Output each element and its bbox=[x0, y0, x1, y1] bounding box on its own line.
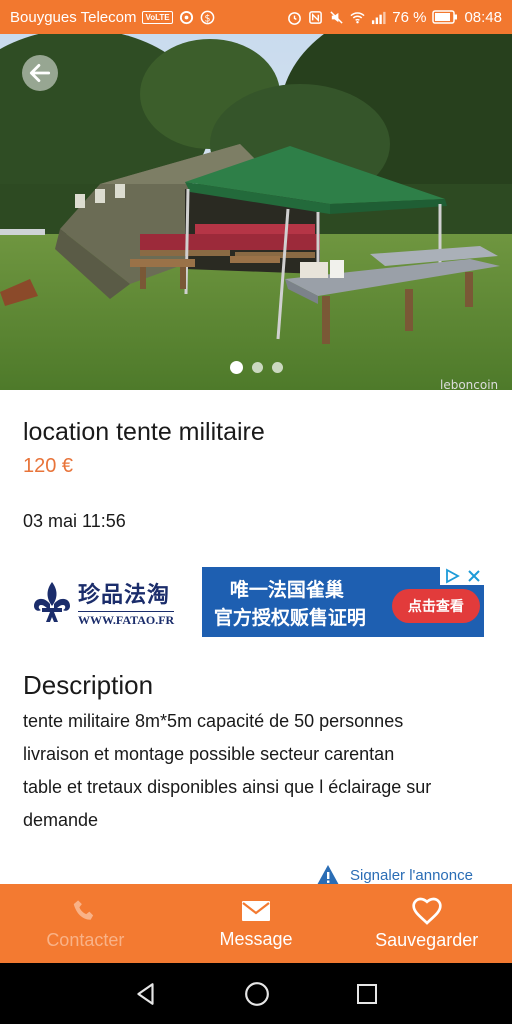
nav-home-icon[interactable] bbox=[244, 981, 270, 1007]
battery-icon bbox=[432, 10, 458, 24]
listing-screen: Bouygues Telecom VoLTE $ 76 % 08:48 lebo… bbox=[0, 0, 512, 1024]
save-button[interactable]: Sauvegarder bbox=[341, 884, 512, 963]
warning-icon bbox=[317, 865, 339, 885]
report-link[interactable]: Signaler l'annonce bbox=[316, 864, 473, 886]
gallery-dot-1[interactable] bbox=[229, 361, 243, 374]
tent-photo-illustration: leboncoin bbox=[0, 34, 512, 390]
description-line: demande bbox=[23, 810, 99, 830]
svg-text:leboncoin: leboncoin bbox=[440, 378, 498, 390]
phone-icon bbox=[74, 900, 94, 920]
description-line: livraison et montage possible secteur ca… bbox=[23, 744, 395, 764]
status-bar: Bouygues Telecom VoLTE $ 76 % 08:48 bbox=[0, 0, 512, 34]
contact-button-label: Contacter bbox=[46, 930, 125, 950]
nav-back-icon[interactable] bbox=[133, 981, 159, 1007]
ad-creative[interactable]: 唯一法国雀巢 官方授权贩售证明 点击查看 bbox=[201, 567, 484, 637]
report-link-label[interactable]: Signaler l'annonce bbox=[350, 867, 473, 884]
svg-text:$: $ bbox=[204, 13, 210, 24]
message-button[interactable]: Message bbox=[171, 884, 342, 963]
carrier-name: Bouygues Telecom bbox=[10, 8, 137, 26]
listing-title: location tente militaire bbox=[23, 418, 265, 446]
save-button-label: Sauvegarder bbox=[375, 930, 479, 950]
gallery-dot-2[interactable] bbox=[251, 362, 263, 373]
adchoices-icon[interactable] bbox=[444, 568, 460, 584]
heart-icon bbox=[412, 897, 442, 925]
clock: 08:48 bbox=[464, 8, 502, 26]
mute-icon bbox=[330, 10, 343, 24]
action-bar: Contacter Message Sauvegarder bbox=[0, 884, 512, 963]
back-button[interactable] bbox=[22, 55, 58, 91]
ad-headline: 唯一法国雀巢 bbox=[229, 580, 344, 601]
system-nav-bar bbox=[0, 963, 512, 1024]
listing-price: 120 € bbox=[23, 455, 74, 477]
ad-banner[interactable]: 珍品法淘 WWW.FATAO.FR 唯一法国雀巢 官方授权贩售证明 点击查看 bbox=[28, 567, 484, 637]
ad-brand-logo: 珍品法淘 WWW.FATAO.FR bbox=[28, 567, 199, 637]
contact-button[interactable]: Contacter bbox=[0, 884, 171, 963]
signal-icon bbox=[372, 11, 386, 24]
volte-icon: VoLTE bbox=[142, 10, 173, 24]
ad-cta-button[interactable]: 点击查看 bbox=[391, 589, 480, 623]
nfc-icon bbox=[309, 10, 323, 24]
fleur-de-lis-icon bbox=[34, 582, 70, 622]
close-ad-icon[interactable] bbox=[467, 569, 481, 583]
description-heading: Description bbox=[23, 670, 154, 700]
description-line: tente militaire 8m*5m capacité de 50 per… bbox=[23, 711, 404, 731]
ad-brand-url: WWW.FATAO.FR bbox=[78, 610, 175, 627]
ad-choices[interactable] bbox=[440, 567, 484, 585]
description-line: table et tretaux disponibles ainsi que l… bbox=[23, 777, 432, 797]
alarm-icon bbox=[288, 11, 302, 25]
notification-icon bbox=[179, 10, 193, 24]
nav-recents-icon[interactable] bbox=[355, 982, 379, 1006]
listing-photo[interactable]: leboncoin bbox=[0, 34, 512, 390]
description-text: tente militaire 8m*5m capacité de 50 per… bbox=[23, 705, 493, 837]
arrow-left-icon bbox=[29, 64, 51, 82]
wifi-icon bbox=[350, 11, 365, 23]
gallery-pagination bbox=[0, 361, 512, 374]
gallery-dot-3[interactable] bbox=[271, 362, 283, 373]
ad-subheadline: 官方授权贩售证明 bbox=[213, 608, 366, 629]
ad-brand-name: 珍品法淘 bbox=[78, 581, 171, 608]
battery-percent: 76 % bbox=[392, 8, 427, 26]
dollar-icon: $ bbox=[200, 10, 214, 24]
message-button-label: Message bbox=[219, 929, 293, 949]
mail-icon bbox=[242, 901, 270, 921]
listing-date: 03 mai 11:56 bbox=[23, 511, 126, 531]
